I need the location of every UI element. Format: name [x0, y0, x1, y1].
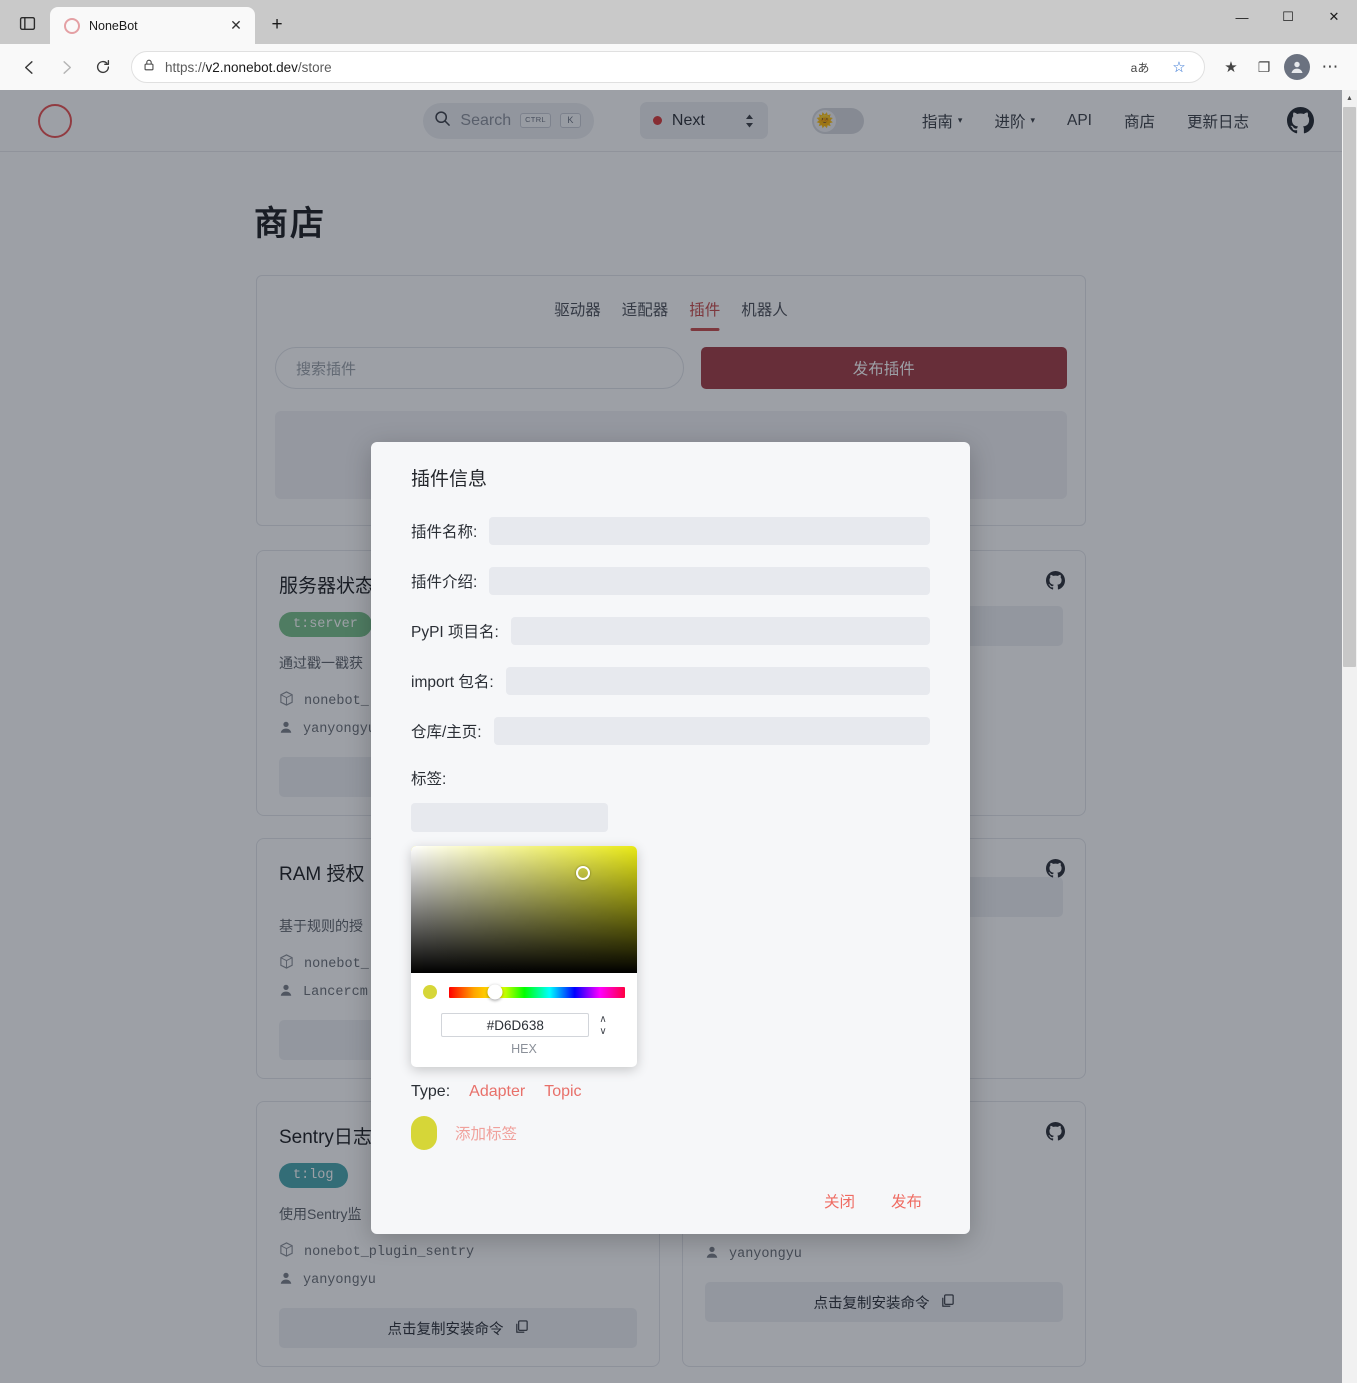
saturation-value-area[interactable] [411, 846, 637, 973]
tag-name-input[interactable] [411, 803, 608, 832]
stepper-up-icon[interactable]: ∧ [599, 1015, 606, 1024]
plugin-name-input[interactable] [489, 517, 930, 545]
tab-favicon-icon [64, 18, 80, 34]
browser-window: NoneBot ✕ + — ☐ ✕ https://v2.nonebot.dev… [0, 0, 1357, 1383]
close-window-button[interactable]: ✕ [1311, 0, 1357, 34]
page-scrollbar[interactable]: ▲ [1342, 90, 1357, 1383]
close-tab-icon[interactable]: ✕ [225, 15, 247, 37]
field-plugin-desc-label: 插件介绍: [411, 570, 477, 592]
collections-icon[interactable]: ❐ [1249, 52, 1279, 82]
scrollbar-thumb[interactable] [1343, 107, 1356, 667]
tab-title: NoneBot [89, 19, 216, 33]
maximize-button[interactable]: ☐ [1265, 0, 1311, 34]
field-repository: 仓库/主页: [411, 717, 930, 745]
hex-stepper[interactable]: ∧ ∨ [599, 1015, 606, 1036]
field-plugin-name-label: 插件名称: [411, 520, 477, 542]
field-import-package-label: import 包名: [411, 670, 494, 692]
modal-title: 插件信息 [411, 464, 930, 491]
lock-icon [142, 58, 156, 77]
page-viewport: Search CTRL K Next 🌞 指南 [0, 90, 1357, 1383]
translate-icon[interactable]: aあ [1125, 52, 1155, 82]
avatar [1284, 54, 1310, 80]
reload-icon[interactable] [86, 50, 120, 84]
plugin-desc-input[interactable] [489, 567, 930, 595]
type-label: Type: [411, 1083, 450, 1101]
modal-actions: 关闭 发布 [411, 1190, 930, 1212]
window-controls: — ☐ ✕ [1219, 0, 1357, 44]
browser-menu-icon[interactable]: ⋯ [1315, 52, 1345, 82]
minimize-button[interactable]: — [1219, 0, 1265, 34]
color-format-label: HEX [411, 1037, 637, 1067]
field-plugin-desc: 插件介绍: [411, 567, 930, 595]
field-pypi-project-label: PyPI 项目名: [411, 620, 499, 642]
tags-section-label: 标签: [411, 767, 930, 789]
forward-arrow-icon[interactable] [49, 50, 83, 84]
add-tag-button[interactable]: 添加标签 [455, 1122, 517, 1144]
profile-avatar[interactable] [1282, 52, 1312, 82]
plugin-info-modal: 插件信息 插件名称: 插件介绍: PyPI 项目名: import 包名: 仓库… [371, 442, 970, 1234]
type-option-adapter[interactable]: Adapter [469, 1083, 525, 1101]
color-picker-popup[interactable]: #D6D638 ∧ ∨ HEX [411, 846, 637, 1067]
browser-titlebar: NoneBot ✕ + — ☐ ✕ [0, 0, 1357, 44]
field-repository-label: 仓库/主页: [411, 720, 482, 742]
scroll-up-arrow-icon[interactable]: ▲ [1342, 90, 1357, 107]
saturation-handle[interactable] [576, 866, 590, 880]
tag-type-row: Type: Adapter Topic [411, 1083, 930, 1101]
hex-row: #D6D638 ∧ ∨ [411, 1005, 637, 1037]
tab-actions-icon[interactable] [10, 6, 44, 40]
stepper-down-icon[interactable]: ∨ [599, 1027, 606, 1036]
field-import-package: import 包名: [411, 667, 930, 695]
address-bar[interactable]: https://v2.nonebot.dev/store aあ ☆ [131, 51, 1205, 83]
field-pypi-project: PyPI 项目名: [411, 617, 930, 645]
current-color-swatch [423, 985, 437, 999]
back-arrow-icon[interactable] [12, 50, 46, 84]
add-favorite-icon[interactable]: ☆ [1164, 52, 1194, 82]
repository-input[interactable] [494, 717, 930, 745]
new-tab-button[interactable]: + [262, 10, 292, 40]
add-tag-row: 添加标签 [411, 1116, 930, 1150]
address-bar-url: https://v2.nonebot.dev/store [165, 60, 1116, 75]
pypi-project-input[interactable] [511, 617, 930, 645]
type-option-topic[interactable]: Topic [544, 1083, 581, 1101]
browser-toolbar: https://v2.nonebot.dev/store aあ ☆ ★ ❐ ⋯ [0, 44, 1357, 90]
close-button[interactable]: 关闭 [824, 1190, 855, 1212]
hue-slider-handle[interactable] [488, 985, 503, 1000]
import-package-input[interactable] [506, 667, 930, 695]
favorites-icon[interactable]: ★ [1216, 52, 1246, 82]
hue-row [411, 973, 637, 1005]
publish-button[interactable]: 发布 [891, 1190, 922, 1212]
hex-input[interactable]: #D6D638 [441, 1013, 589, 1037]
field-plugin-name: 插件名称: [411, 517, 930, 545]
hue-slider[interactable] [449, 987, 625, 998]
browser-tab[interactable]: NoneBot ✕ [50, 7, 255, 44]
new-tag-color-swatch[interactable] [411, 1116, 437, 1150]
